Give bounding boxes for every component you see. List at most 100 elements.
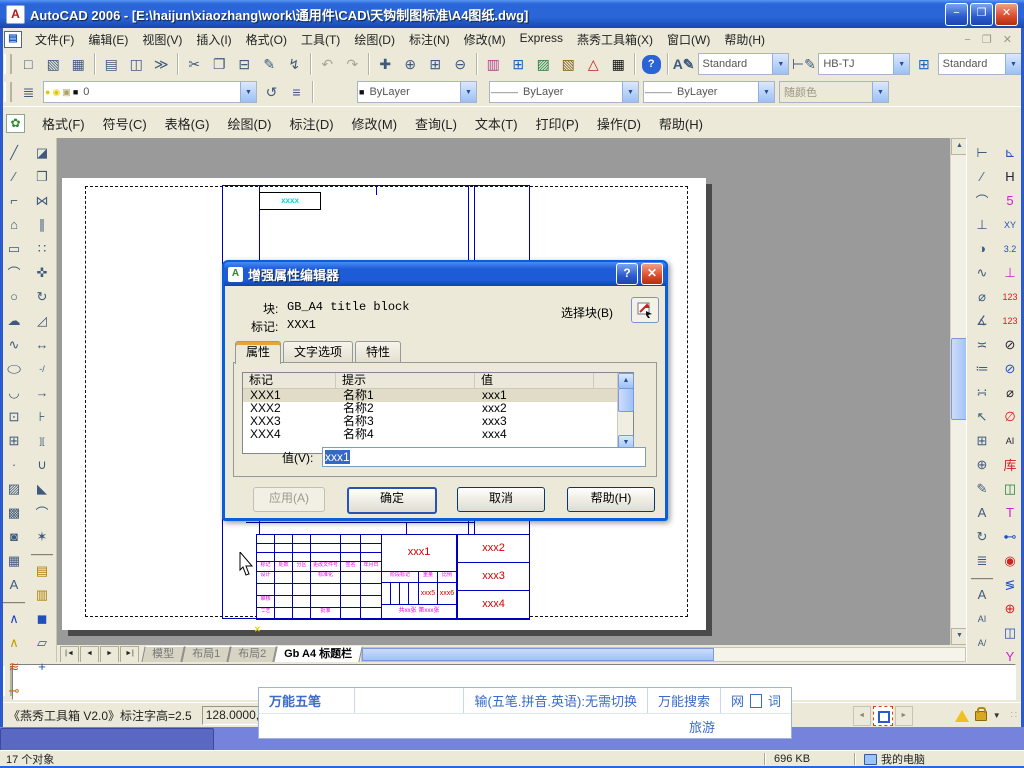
dim-diameter-icon[interactable]: ⌀ (969, 285, 995, 308)
chevron-down-icon[interactable]: ▼ (622, 82, 638, 102)
yx-wheel-icon[interactable]: ◉ (997, 549, 1023, 572)
chamfer-icon[interactable]: ◣ (29, 477, 55, 500)
zoom-previous-icon[interactable]: ⊖ (448, 52, 473, 77)
ime-doc-icon[interactable] (749, 693, 762, 708)
block-editor-icon[interactable]: ↯ (282, 52, 307, 77)
menu-item-帮助(H)[interactable]: 帮助(H) (717, 29, 772, 50)
dialog-title-bar[interactable]: A 增强属性编辑器 ? ✕ (224, 262, 666, 286)
yx-scale-bar-icon[interactable]: ▤ (29, 559, 55, 582)
yx-menu-item-标注(D)[interactable]: 标注(D) (280, 112, 342, 135)
yx-library-icon[interactable]: 库 (997, 453, 1023, 476)
yx-slide-icon[interactable]: ◫ (997, 621, 1023, 644)
help-icon[interactable]: ? (641, 54, 661, 74)
break-at-point-icon[interactable]: ⊦ (29, 405, 55, 428)
ok-button[interactable]: 确定 (347, 487, 437, 514)
yx-angle-dim-icon[interactable]: ⊾ (997, 141, 1023, 164)
yx-dia-dim-icon[interactable]: ⊘ (997, 333, 1023, 356)
hatch-icon[interactable]: ▨ (1, 477, 27, 500)
extend-icon[interactable]: → (29, 381, 55, 404)
yx-menu-item-操作(D)[interactable]: 操作(D) (588, 112, 650, 135)
value-input[interactable]: xxx1 (322, 447, 646, 467)
yx-dia-dim-4-icon[interactable]: ∅ (997, 405, 1023, 428)
mtext-icon[interactable]: A (1, 573, 27, 596)
attr-row-XXX2[interactable]: XXX2 名称2 xxx2 (243, 402, 633, 415)
list-scrollbar[interactable]: ▲ ▼ (617, 373, 634, 451)
dim-angular-icon[interactable]: ∡ (969, 309, 995, 332)
redo-icon[interactable]: ↷ (340, 52, 365, 77)
yx-bracket-2-icon[interactable]: ∧ (1, 631, 27, 654)
construction-line-icon[interactable]: ⁄ (1, 165, 27, 188)
stretch-icon[interactable]: ↔ (29, 333, 55, 356)
text-scale-icon[interactable]: A/ (969, 631, 995, 654)
match-properties-icon[interactable]: ✎ (257, 52, 282, 77)
menu-item-绘图(D)[interactable]: 绘图(D) (347, 29, 402, 50)
chevron-down-icon[interactable]: ▼ (240, 82, 256, 102)
dim-update-icon[interactable]: ↻ (969, 525, 995, 548)
offset-icon[interactable]: ∥ (29, 213, 55, 236)
yx-menu-item-文本(T)[interactable]: 文本(T) (466, 112, 527, 135)
quick-leader-icon[interactable]: ↖ (969, 405, 995, 428)
menu-item-格式(O)[interactable]: 格式(O) (239, 29, 294, 50)
yx-xy-dim-icon[interactable]: XY (997, 213, 1023, 236)
dialog-help-icon[interactable]: ? (616, 263, 638, 285)
ellipse-icon[interactable]: ◯ (1, 361, 27, 376)
dim-style-icon[interactable]: ≣ (969, 549, 995, 572)
tab-attributes[interactable]: 属性 (235, 341, 282, 364)
menu-item-工具(T)[interactable]: 工具(T) (294, 29, 347, 50)
attribute-list[interactable]: 标记 提示 值 XXX1 名称1 xxx1 XXX2 名称2 xxx2 XXX3 名称3 xxx… (242, 372, 634, 454)
yx-pin-icon[interactable]: ⊷ (997, 525, 1023, 548)
properties-icon[interactable]: ▥ (481, 52, 506, 77)
copy-icon[interactable]: ❐ (29, 165, 55, 188)
designcenter-icon[interactable]: ⊞ (506, 52, 531, 77)
polygon-icon[interactable]: ⌂ (1, 213, 27, 236)
sheet-set-manager-icon[interactable]: ▧ (556, 52, 581, 77)
menu-item-窗口(W)[interactable]: 窗口(W) (660, 29, 717, 50)
color-combo[interactable]: ■ ByLayer ▼ (357, 81, 477, 103)
table-style-icon[interactable]: ⊞ (912, 52, 936, 77)
dim-baseline-icon[interactable]: ≔ (969, 357, 995, 380)
insert-block-icon[interactable]: ⊡ (1, 405, 27, 428)
ime-net-button[interactable]: 网 (731, 691, 744, 710)
polyline-icon[interactable]: ⌐ (1, 189, 27, 212)
chevron-down-icon[interactable]: ▼ (758, 82, 774, 102)
menu-item-编辑(E)[interactable]: 编辑(E) (81, 29, 135, 50)
attr-row-XXX3[interactable]: XXX3 名称3 xxx3 (243, 415, 633, 428)
tool-palettes-icon[interactable]: ▨ (531, 52, 556, 77)
yx-menu-item-格式(F)[interactable]: 格式(F) (33, 112, 94, 135)
yx-block-tool-icon[interactable]: ◼ (29, 607, 55, 630)
help-button[interactable]: 帮助(H) (567, 487, 655, 512)
rotate-icon[interactable]: ↻ (29, 285, 55, 308)
ime-search[interactable]: 万能搜索 (648, 688, 721, 713)
col-value[interactable]: 值 (475, 373, 594, 388)
dim-ordinate-icon[interactable]: ⊥ (969, 213, 995, 236)
yx-ruler-icon[interactable]: ≋ (1, 655, 27, 678)
table-style-combo[interactable]: Standard ▼ (937, 53, 1022, 75)
dim-edit-icon[interactable]: ✎ (969, 477, 995, 500)
scroll-up-icon[interactable]: ▲ (618, 373, 634, 389)
yx-bracket-icon[interactable]: ∧ (1, 607, 27, 630)
lineweight-combo[interactable]: ——— ByLayer ▼ (643, 81, 775, 103)
revcloud-icon[interactable]: ☁ (1, 309, 27, 332)
yx-menu-item-查询(L)[interactable]: 查询(L) (406, 112, 466, 135)
chevron-down-icon[interactable]: ▼ (893, 54, 910, 74)
yx-number-1-icon[interactable]: 123 (997, 285, 1023, 308)
minimize-button[interactable]: − (945, 2, 968, 26)
yx-menu-item-帮助(H)[interactable]: 帮助(H) (650, 112, 712, 135)
dim-continue-icon[interactable]: ∺ (969, 381, 995, 404)
table-icon[interactable]: ▦ (1, 549, 27, 572)
menu-item-Express[interactable]: Express (513, 29, 570, 50)
yx-coord-icon[interactable]: + (29, 655, 55, 678)
menu-item-燕秀工具箱(X)[interactable]: 燕秀工具箱(X) (570, 29, 660, 50)
explode-icon[interactable]: ✶ (29, 525, 55, 548)
attr-row-XXX4[interactable]: XXX4 名称4 xxx4 (243, 428, 633, 441)
yx-scale-bar-2-icon[interactable]: ▥ (29, 583, 55, 606)
yx-text-ai-icon[interactable]: AI (997, 429, 1023, 452)
layer-manager-icon[interactable]: ≣ (16, 80, 41, 105)
text-style-icon[interactable]: A✎ (672, 52, 696, 77)
yx-dia-dim-2-icon[interactable]: ⊘ (997, 357, 1023, 380)
taskbar-button[interactable] (0, 728, 214, 751)
plot-icon[interactable]: ▤ (99, 52, 124, 77)
yx-spring-icon[interactable]: ≶ (997, 573, 1023, 596)
undo-icon[interactable]: ↶ (315, 52, 340, 77)
paper-space-icon[interactable] (872, 705, 893, 726)
